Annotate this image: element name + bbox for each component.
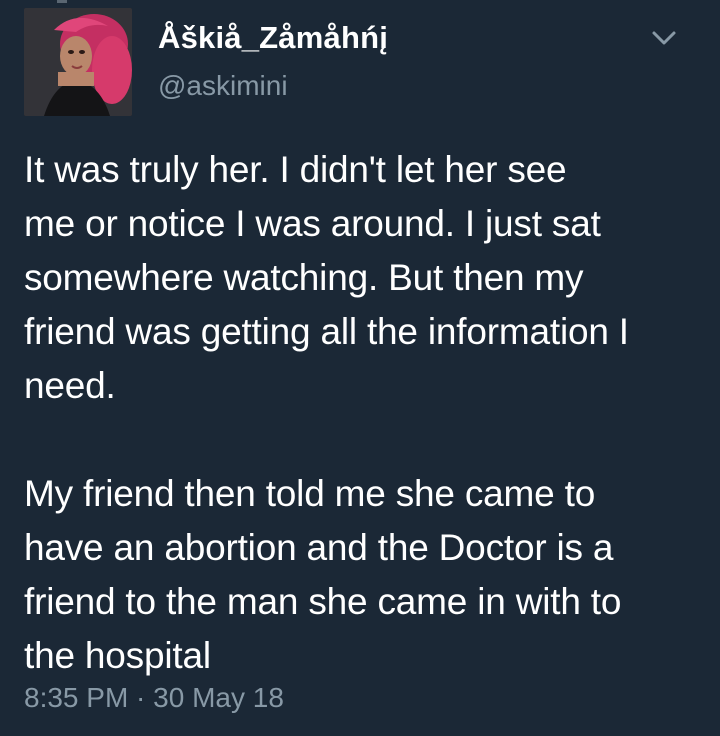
scroll-indicator [57,0,67,3]
avatar-image [24,8,132,116]
avatar[interactable] [24,8,132,116]
user-handle[interactable]: @askimini [158,70,288,102]
display-name[interactable]: Åškiå_Zåmåhńį [158,20,388,56]
tweet-text: It was truly her. I didn't let her see m… [24,149,629,676]
chevron-down-icon[interactable] [648,26,680,50]
tweet-timestamp[interactable]: 8:35 PM · 30 May 18 [24,682,284,714]
tweet-card: Åškiå_Zåmåhńį @askimini It was truly her… [0,0,720,736]
